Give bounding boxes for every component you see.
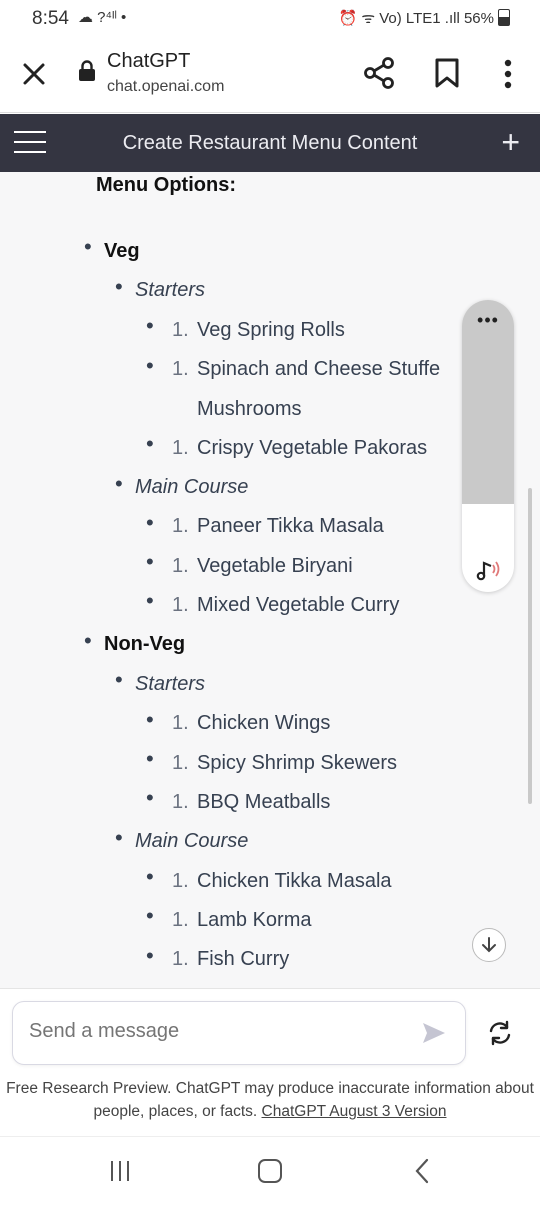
menu-item: Vegetable Biryani (197, 555, 353, 577)
bullet: • (115, 471, 123, 496)
bullet: • (146, 510, 154, 535)
bullet: • (115, 274, 123, 299)
list-number: 1. (172, 437, 189, 459)
recent-apps-icon[interactable] (106, 1159, 134, 1183)
list-number: 1. (172, 909, 189, 931)
browser-toolbar: ChatGPT chat.openai.com (0, 36, 540, 113)
bullet: • (115, 667, 123, 692)
bullet: • (146, 785, 154, 810)
status-time: 8:54 (32, 8, 69, 29)
send-icon[interactable] (421, 1020, 447, 1046)
bullet: • (146, 353, 154, 378)
menu-item: Lamb Korma (197, 909, 312, 931)
arrow-down-icon (482, 937, 496, 953)
home-icon[interactable] (258, 1159, 282, 1183)
system-nav-bar (0, 1136, 540, 1205)
message-input[interactable] (29, 1020, 389, 1043)
bullet: • (146, 431, 154, 456)
status-left-icons: ☁ ?⁴ᴵˡ • (78, 9, 127, 26)
chat-header: Create Restaurant Menu Content + (0, 114, 540, 172)
scroll-down-button[interactable] (472, 928, 506, 962)
bullet: • (146, 746, 154, 771)
regenerate-icon[interactable] (486, 1019, 514, 1047)
disclaimer: Free Research Preview. ChatGPT may produ… (0, 1077, 540, 1123)
category-nonveg: Non-Veg (104, 633, 186, 655)
status-bar: 8:54 ☁ ?⁴ᴵˡ • ⏰ ᯤ Vo) LTE1 .ıll 56% (0, 0, 540, 36)
bookmark-icon[interactable] (434, 58, 460, 88)
bullet: • (146, 313, 154, 338)
category-veg: Veg (104, 240, 140, 262)
back-icon[interactable] (410, 1157, 434, 1185)
menu-item: Chicken Wings (197, 712, 331, 734)
list-number: 1. (172, 712, 189, 734)
more-vertical-icon[interactable] (496, 58, 520, 90)
list-number: 1. (172, 319, 189, 341)
list-number: 1. (172, 555, 189, 577)
veg-starters-label: Starters (135, 279, 206, 301)
list-number: 1. (172, 752, 189, 774)
menu-item-continued: Mushrooms (197, 398, 302, 420)
veg-main-label: Main Course (135, 476, 249, 498)
site-title: ChatGPT (107, 50, 191, 72)
bullet: • (146, 549, 154, 574)
list-number: 1. (172, 870, 189, 892)
menu-heading: Menu Options: (96, 174, 236, 196)
audio-read-icon[interactable] (474, 554, 504, 584)
nonveg-starters-label: Starters (135, 673, 206, 695)
menu-item: Crispy Vegetable Pakoras (197, 437, 428, 459)
scrollbar[interactable] (528, 488, 532, 804)
share-icon[interactable] (362, 56, 396, 90)
status-right-icons: ⏰ ᯤ Vo) LTE1 .ıll 56% (338, 10, 495, 27)
panel-handle[interactable]: ••• (462, 300, 514, 504)
floating-reader-panel[interactable]: ••• (462, 300, 514, 592)
menu-item: Spicy Shrimp Skewers (197, 752, 398, 774)
menu-item: BBQ Meatballs (197, 791, 331, 813)
menu-item: Mixed Vegetable Curry (197, 594, 400, 616)
new-chat-plus-icon[interactable]: + (501, 126, 520, 158)
bullet: • (146, 707, 154, 732)
menu-item: Chicken Tikka Masala (197, 870, 392, 892)
close-icon[interactable] (18, 58, 50, 90)
list-number: 1. (172, 515, 189, 537)
bullet: • (146, 943, 154, 968)
nonveg-main-label: Main Course (135, 830, 249, 852)
menu-item: Veg Spring Rolls (197, 319, 345, 341)
bullet: • (146, 588, 154, 613)
list-number: 1. (172, 791, 189, 813)
menu-item: Spinach and Cheese Stuffe (197, 358, 441, 380)
menu-item: Fish Curry (197, 948, 290, 970)
bullet: • (146, 903, 154, 928)
list-number: 1. (172, 358, 189, 380)
more-dots-icon[interactable]: ••• (462, 310, 514, 331)
bullet: • (146, 864, 154, 889)
battery-icon (498, 9, 510, 26)
chat-content: Menu Options: • Veg • Starters • 1. Veg … (0, 172, 540, 988)
chat-title: Create Restaurant Menu Content (122, 132, 418, 154)
message-box[interactable] (12, 1001, 466, 1065)
list-number: 1. (172, 594, 189, 616)
bullet: • (84, 628, 92, 653)
list-number: 1. (172, 948, 189, 970)
bullet: • (115, 825, 123, 850)
composer-area: Free Research Preview. ChatGPT may produ… (0, 988, 540, 1137)
bullet: • (84, 234, 92, 259)
menu-item: Paneer Tikka Masala (197, 515, 384, 537)
version-link[interactable]: ChatGPT August 3 Version (262, 1103, 447, 1120)
site-url[interactable]: chat.openai.com (107, 78, 224, 96)
lock-icon (79, 60, 95, 81)
